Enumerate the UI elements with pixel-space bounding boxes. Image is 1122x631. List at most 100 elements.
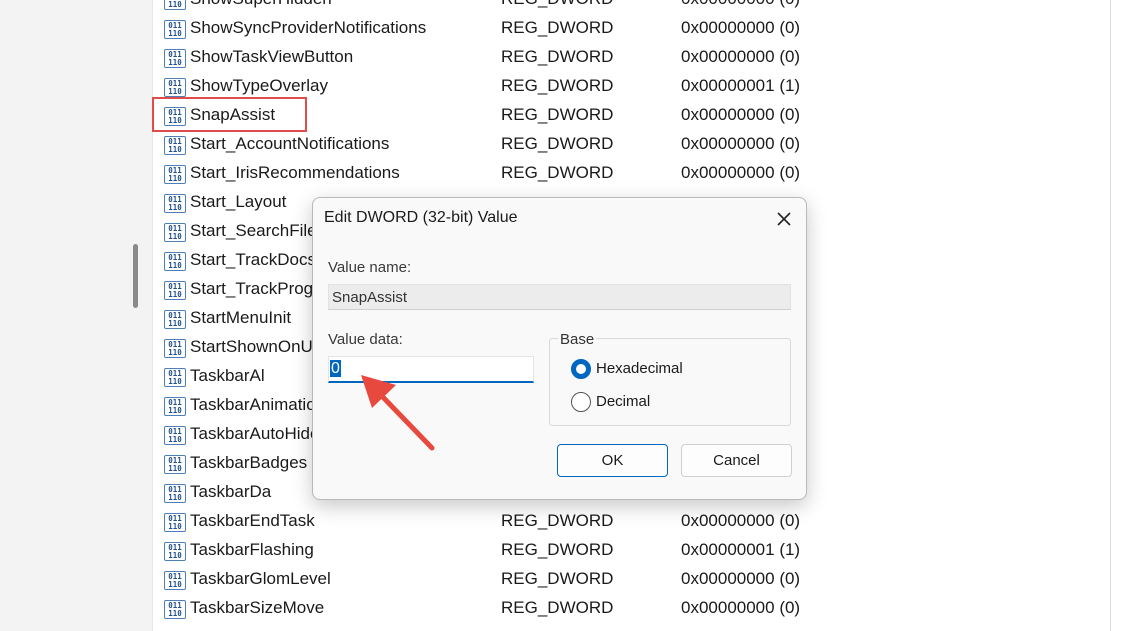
registry-row[interactable]: 011 110 Start_IrisRecommendations REG_DWORD… — [153, 159, 1111, 188]
svg-text:110: 110 — [168, 58, 182, 67]
value-name: Start_TrackDocs — [190, 250, 316, 269]
value-data: 0x00000001 (1) — [681, 76, 801, 95]
value-data-label: Value data: — [328, 331, 403, 348]
value-type: REG_DWORD — [501, 540, 614, 559]
registry-row[interactable]: 011 110 TaskbarEndTask REG_DWORD 0x00000000 … — [153, 507, 1111, 536]
value-type: REG_DWORD — [501, 598, 614, 617]
reg-dword-icon: 011110 — [164, 49, 186, 68]
reg-dword-icon: 011110 — [164, 397, 186, 416]
reg-dword-icon: 011110 — [164, 136, 186, 155]
decimal-radio[interactable] — [571, 392, 591, 412]
svg-text:110: 110 — [168, 29, 182, 38]
value-data: 0x00000000 (0) — [681, 163, 801, 182]
value-name: ShowTypeOverlay — [190, 76, 328, 95]
decimal-label[interactable]: Decimal — [596, 393, 650, 410]
value-data: 0x00000000 (0) — [681, 598, 801, 617]
value-name: TaskbarEndTask — [190, 511, 315, 530]
value-type: REG_DWORD — [501, 511, 614, 530]
reg-dword-icon: 011110 — [164, 20, 186, 39]
value-type: REG_DWORD — [501, 76, 614, 95]
value-name: TaskbarGlomLevel — [190, 569, 331, 588]
tree-scrollbar-thumb[interactable] — [133, 244, 138, 308]
reg-dword-icon: 011110 — [164, 0, 186, 10]
value-name-field: SnapAssist — [328, 284, 791, 310]
base-label: Base — [558, 331, 597, 348]
svg-text:110: 110 — [168, 377, 182, 386]
svg-text:110: 110 — [168, 406, 182, 415]
svg-text:110: 110 — [168, 290, 182, 299]
svg-text:110: 110 — [168, 174, 182, 183]
close-icon[interactable] — [775, 210, 793, 228]
value-name: TaskbarDa — [190, 482, 272, 501]
registry-row[interactable]: 011 110 TaskbarSizeMove REG_DWORD 0x00000000… — [153, 594, 1111, 623]
reg-dword-icon: 011110 — [164, 426, 186, 445]
value-name: Start_Layout — [190, 192, 287, 211]
value-type: REG_DWORD — [501, 47, 614, 66]
reg-dword-icon: 011110 — [164, 78, 186, 97]
value-data: 0x00000000 (0) — [681, 569, 801, 588]
value-name: ShowSyncProviderNotifications — [190, 18, 427, 37]
snapassist-highlight-box — [152, 97, 307, 132]
svg-text:110: 110 — [168, 87, 182, 96]
reg-dword-icon: 011110 — [164, 194, 186, 213]
value-name: TaskbarAutoHide — [190, 424, 320, 443]
value-data: 0x00000000 (0) — [681, 0, 800, 9]
svg-text:110: 110 — [168, 348, 182, 357]
reg-dword-icon: 011110 — [164, 223, 186, 242]
registry-row[interactable]: 011 110 ShowSyncProviderNotifications REG_D… — [153, 14, 1111, 43]
svg-text:110: 110 — [168, 551, 182, 560]
registry-row[interactable]: 011 110 Start_AccountNotifications REG_DWOR… — [153, 130, 1111, 159]
value-name: Start_TrackProgs — [190, 279, 322, 298]
reg-dword-icon: 011110 — [164, 455, 186, 474]
value-data: 0x00000000 (0) — [681, 511, 801, 530]
value-type: REG_DWORD — [501, 18, 614, 37]
hexadecimal-radio[interactable] — [571, 359, 591, 379]
svg-text:110: 110 — [168, 203, 182, 212]
reg-dword-icon: 011110 — [164, 252, 186, 271]
svg-text:110: 110 — [168, 522, 182, 531]
registry-row[interactable]: 011110 ShowSuperHidden REG_DWORD 0x00000000… — [153, 0, 1111, 14]
svg-text:110: 110 — [168, 319, 182, 328]
reg-dword-icon: 011110 — [164, 368, 186, 387]
reg-dword-icon: 011110 — [164, 542, 186, 561]
value-name: Start_SearchFiles — [190, 221, 326, 240]
value-data-input[interactable]: 0 — [328, 356, 534, 383]
svg-text:110: 110 — [168, 493, 182, 502]
dialog-title: Edit DWORD (32-bit) Value — [324, 209, 518, 226]
value-data: 0x00000000 (0) — [681, 18, 801, 37]
registry-row[interactable]: 011 110 TaskbarGlomLevel REG_DWORD 0x0000000… — [153, 565, 1111, 594]
reg-dword-icon: 011110 — [164, 513, 186, 532]
hexadecimal-label[interactable]: Hexadecimal — [596, 360, 683, 377]
value-data: 0x00000001 (1) — [681, 540, 801, 559]
value-data-selected-text: 0 — [330, 360, 341, 377]
value-type: REG_DWORD — [501, 163, 614, 182]
value-data: 0x00000000 (0) — [681, 105, 801, 124]
cancel-button[interactable]: Cancel — [681, 444, 792, 477]
value-name: TaskbarBadges — [190, 453, 308, 472]
svg-text:110: 110 — [168, 464, 182, 473]
reg-dword-icon: 011110 — [164, 571, 186, 590]
registry-row[interactable]: 011 110 TaskbarFlashing REG_DWORD 0x00000001… — [153, 536, 1111, 565]
svg-text:110: 110 — [168, 435, 182, 444]
value-name: Start_IrisRecommendations — [190, 163, 400, 182]
svg-text:110: 110 — [168, 609, 182, 618]
value-name: TaskbarFlashing — [190, 540, 314, 559]
list-scrollbar[interactable] — [1110, 0, 1122, 631]
ok-button[interactable]: OK — [557, 444, 668, 477]
svg-text:110: 110 — [168, 261, 182, 270]
reg-dword-icon: 011110 — [164, 600, 186, 619]
value-type: REG_DWORD — [501, 105, 614, 124]
value-name: ShowSuperHidden — [190, 0, 332, 9]
svg-text:110: 110 — [168, 232, 182, 241]
tree-pane — [0, 0, 124, 631]
value-name: TaskbarAl — [190, 366, 265, 385]
svg-text:110: 110 — [168, 580, 182, 589]
value-name: ShowTaskViewButton — [190, 47, 354, 66]
value-type: REG_DWORD — [501, 0, 613, 9]
reg-dword-icon: 011110 — [164, 339, 186, 358]
registry-row[interactable]: 011 110 ShowTaskViewButton REG_DWORD 0x00000… — [153, 43, 1111, 72]
edit-dword-dialog: Edit DWORD (32-bit) Value Value name: Sn… — [312, 197, 807, 500]
value-name: Start_AccountNotifications — [190, 134, 390, 153]
svg-text:110: 110 — [168, 0, 182, 9]
value-name: StartMenuInit — [190, 308, 292, 327]
